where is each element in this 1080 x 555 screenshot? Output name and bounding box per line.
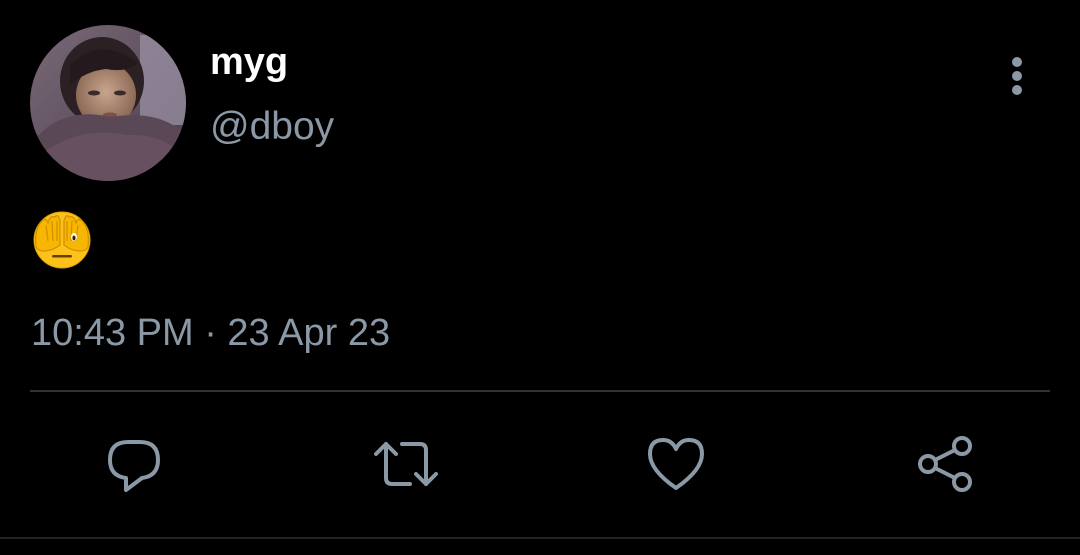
reply-icon[interactable] [104, 434, 164, 494]
display-name[interactable]: myg [210, 40, 288, 84]
more-options-icon[interactable] [998, 52, 1036, 98]
more-dot [1012, 85, 1022, 95]
avatar-image [30, 25, 186, 181]
tweet-timestamp[interactable]: 10:43 PM · 23 Apr 23 [31, 310, 390, 356]
avatar[interactable] [30, 25, 186, 181]
face-with-hands-over-eyes-emoji [30, 207, 94, 271]
like-heart-icon[interactable] [646, 434, 706, 494]
share-icon[interactable] [916, 434, 976, 494]
bottom-divider [0, 537, 1080, 539]
tweet-detail: myg @dboy 10:43 PM · 23 Apr 23 [0, 0, 1080, 555]
retweet-icon[interactable] [374, 434, 438, 494]
more-dot [1012, 57, 1022, 67]
divider [30, 390, 1050, 392]
more-dot [1012, 71, 1022, 81]
user-handle[interactable]: @dboy [210, 104, 334, 150]
